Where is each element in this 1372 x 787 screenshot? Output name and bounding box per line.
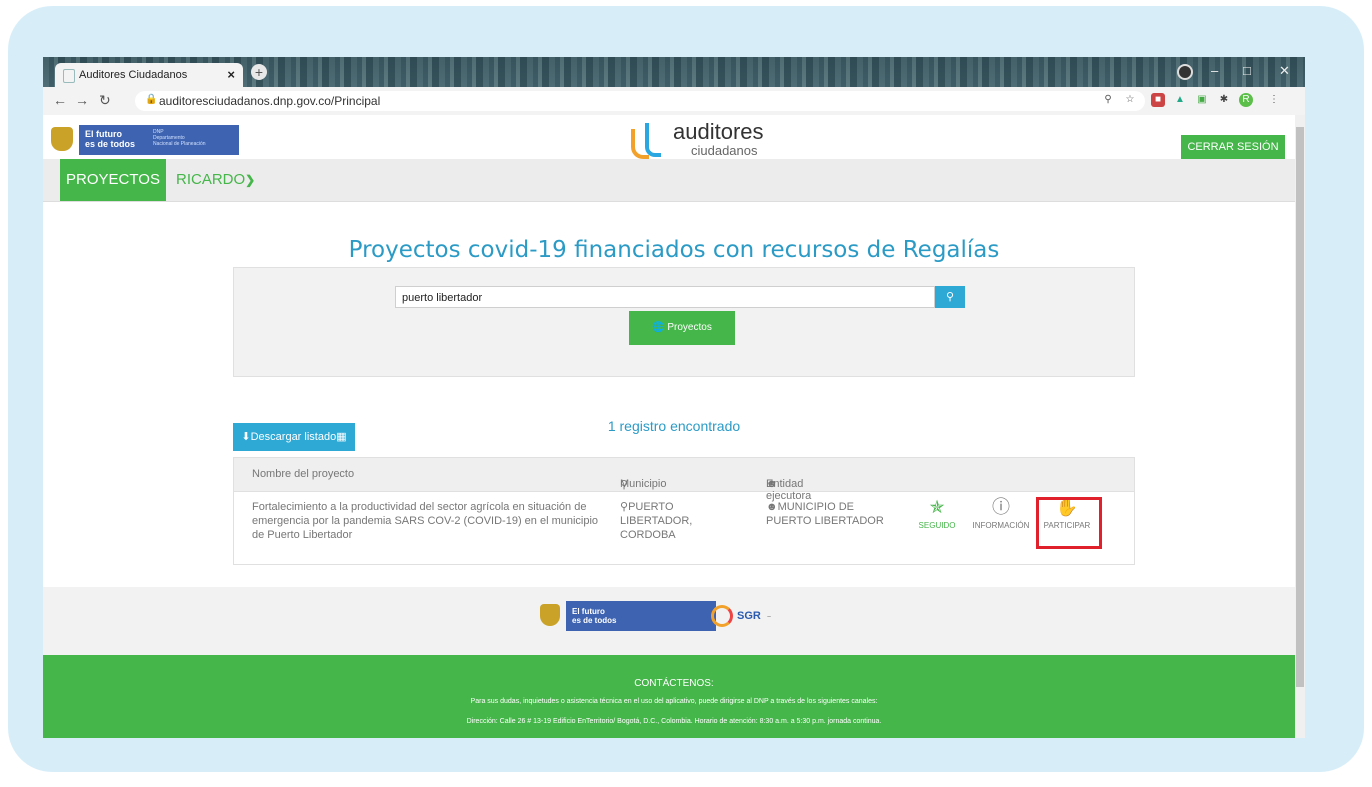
logout-button[interactable]: CERRAR SESIÓN	[1181, 135, 1285, 159]
gov-logo[interactable]: El futuro es de todos DNP Departamento N…	[51, 125, 239, 155]
download-icon: ⬇	[241, 431, 251, 443]
logo-subword: ciudadanos	[691, 143, 758, 158]
table-header: Nombre del proyecto ⚲ Municipio ☻ Entidad…	[234, 458, 1134, 502]
contact-line-2: Dirección: Calle 26 # 13-19 Edificio EnT…	[466, 718, 882, 725]
title-bar: Auditores Ciudadanos × + – □ ✕	[43, 57, 1305, 87]
star-icon[interactable]: ☆	[1123, 93, 1137, 107]
user-avatar-icon[interactable]: R	[1239, 93, 1253, 107]
address-bar: ← → ↻ 🔒 auditoresciudadanos.dnp.gov.co/P…	[43, 87, 1305, 116]
download-button-label: Descargar listado	[250, 431, 337, 443]
projects-button-label: Proyectos	[667, 322, 712, 333]
projects-button[interactable]: 🌐 Proyectos	[629, 311, 735, 345]
user-icon: ☻	[766, 501, 778, 513]
footer-logo-text: El futuro es de todos	[572, 607, 617, 625]
chevron-down-icon: ❯	[245, 173, 256, 187]
tab-title: Auditores Ciudadanos	[79, 69, 188, 81]
url-field[interactable]: 🔒 auditoresciudadanos.dnp.gov.co/Princip…	[135, 91, 1145, 111]
gov-logo-text: El futuro es de todos	[85, 129, 136, 149]
tab-close-icon[interactable]: ×	[227, 67, 235, 82]
back-icon[interactable]: ←	[53, 92, 67, 108]
key-icon[interactable]: ⚲	[1101, 93, 1115, 107]
close-window-icon[interactable]: ✕	[1279, 63, 1290, 79]
row-project-name: Fortalecimiento a la productividad del s…	[252, 501, 599, 541]
forward-icon[interactable]: →	[75, 92, 89, 108]
contact-title: CONTÁCTENOS:	[634, 678, 714, 689]
profile-icon[interactable]	[1177, 64, 1193, 80]
sgr-logo: SGR ~	[711, 605, 771, 627]
crest-icon	[540, 604, 560, 626]
menu-kebab-icon[interactable]: ⋮	[1267, 93, 1281, 107]
pin-icon: ✯	[929, 497, 945, 517]
map-marker-icon: ⚲	[620, 501, 629, 513]
extensions-puzzle-icon[interactable]: ✱	[1217, 93, 1231, 107]
row-municipio: ⚲PUERTO LIBERTADOR, CORDOBA	[620, 501, 693, 541]
nav-bar: PROYECTOS RICARDO❯	[43, 159, 1305, 202]
footer-gov-logo: El futuro es de todos	[540, 601, 720, 631]
globe-icon: 🌐	[652, 322, 665, 333]
search-icon: ⚲	[945, 291, 955, 303]
maximize-icon[interactable]: □	[1243, 63, 1251, 78]
download-button[interactable]: ⬇Descargar listado▦	[233, 423, 355, 451]
extension-drive-icon[interactable]: ▲	[1173, 93, 1187, 107]
page-title: Proyectos covid-19 financiados con recur…	[348, 237, 1000, 263]
favicon-icon	[63, 69, 75, 83]
sgr-text: SGR	[737, 609, 761, 622]
gov-logo-subtext: DNP Departamento Nacional de Planeación	[153, 129, 206, 147]
extension-shield-icon[interactable]: ■	[1151, 93, 1165, 107]
contact-footer: CONTÁCTENOS: Para sus dudas, inquietudes…	[43, 655, 1305, 738]
site-header: El futuro es de todos DNP Departamento N…	[43, 115, 1305, 165]
action-seguido[interactable]: ✯ SEGUIDO	[912, 497, 962, 530]
browser-tab[interactable]: Auditores Ciudadanos ×	[55, 63, 243, 87]
info-icon: ⓘ	[992, 497, 1010, 517]
sgr-slogan: ~	[766, 613, 771, 621]
header-project: Nombre del proyecto	[252, 468, 355, 480]
browser-window: Auditores Ciudadanos × + – □ ✕ ← → ↻ 🔒 a…	[43, 57, 1305, 738]
contact-line-1: Para sus dudas, inquietudes o asistencia…	[470, 698, 878, 705]
action-informacion[interactable]: ⓘ INFORMACIÓN	[966, 497, 1036, 530]
lock-icon: 🔒	[145, 94, 158, 105]
nav-user-label: RICARDO	[176, 171, 246, 188]
logo-word: auditores	[673, 119, 764, 144]
minimize-icon[interactable]: –	[1211, 63, 1218, 78]
scrollbar[interactable]	[1295, 115, 1305, 738]
search-button[interactable]: ⚲	[935, 286, 965, 308]
participar-highlight	[1036, 497, 1102, 549]
nav-projects[interactable]: PROYECTOS	[60, 159, 166, 201]
sgr-mark-icon	[711, 605, 733, 627]
nav-user-menu[interactable]: RICARDO❯	[176, 159, 255, 201]
excel-icon: ▦	[336, 431, 347, 443]
new-tab-button[interactable]: +	[251, 64, 267, 80]
scrollbar-thumb[interactable]	[1296, 127, 1304, 687]
auditores-logo[interactable]: auditores ciudadanos	[631, 119, 801, 163]
search-input[interactable]: puerto libertador	[395, 286, 935, 308]
extension-translate-icon[interactable]: ▣	[1195, 93, 1209, 107]
url-text: auditoresciudadanos.dnp.gov.co/Principal	[159, 94, 381, 108]
projects-table: Nombre del proyecto ⚲ Municipio ☻ Entidad…	[233, 457, 1135, 565]
row-entidad: ☻MUNICIPIO DE PUERTO LIBERTADOR	[766, 501, 884, 527]
reload-icon[interactable]: ↻	[99, 92, 111, 109]
crest-icon	[51, 127, 73, 151]
